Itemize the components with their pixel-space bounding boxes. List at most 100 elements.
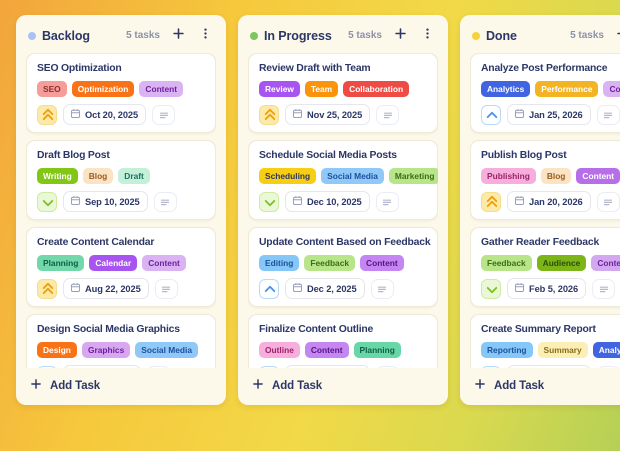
card-meta: Sep 10, 2025: [37, 191, 205, 213]
tag: Blog: [82, 168, 114, 185]
task-card[interactable]: Create Content Calendar Planning Calenda…: [26, 227, 216, 308]
card-meta: Aug 22, 2025: [37, 278, 205, 300]
notes-icon: [375, 191, 399, 212]
tag: Writing: [37, 168, 78, 185]
plus-icon: [616, 27, 620, 45]
due-date-label: Sep 10, 2025: [85, 196, 140, 207]
task-card[interactable]: Analyze Post Performance Analytics Perfo…: [470, 53, 620, 134]
task-card[interactable]: SEO Optimization SEO Optimization Conten…: [26, 53, 216, 134]
plus-icon: [394, 27, 407, 45]
priority-icon: [37, 365, 57, 368]
tag: Review: [259, 81, 300, 98]
tag-list: SEO Optimization Content: [37, 81, 205, 98]
task-card[interactable]: Update Content Based on Feedback Editing…: [248, 227, 438, 308]
tag-list: Outline Content Planning: [259, 342, 427, 359]
add-task-button[interactable]: Add Task: [470, 368, 620, 399]
tag: Collaboration: [343, 81, 410, 98]
tag: Content: [142, 255, 186, 272]
tag: Analysis: [592, 342, 620, 359]
due-date-label: Dec 2, 2025: [307, 283, 357, 294]
priority-icon: [259, 365, 279, 368]
priority-icon: [259, 191, 279, 212]
add-card-button[interactable]: [170, 27, 187, 44]
calendar-icon: [514, 108, 525, 121]
tag: SEO: [37, 81, 67, 98]
tag: Planning: [37, 255, 85, 272]
due-date-label: Jan 25, 2026: [529, 109, 583, 120]
kebab-menu-icon: [421, 27, 434, 45]
column-task-count: 5 tasks: [570, 30, 604, 41]
due-date-chip: Jan 20, 2026: [507, 191, 591, 213]
priority-icon: [37, 278, 57, 299]
tag: Outline: [259, 342, 300, 359]
card-meta: Jan 25, 2026: [481, 104, 620, 126]
tag: Graphics: [81, 342, 131, 359]
add-task-label: Add Task: [272, 379, 323, 392]
tag: Reporting: [481, 342, 533, 359]
task-card[interactable]: Publish Blog Post Publishing Blog Conten…: [470, 140, 620, 221]
priority-icon: [481, 104, 501, 125]
task-title: SEO Optimization: [37, 63, 122, 74]
task-card[interactable]: Schedule Social Media Posts Scheduling S…: [248, 140, 438, 221]
task-card[interactable]: Design Social Media Graphics Design Grap…: [26, 314, 216, 368]
due-date-chip: Aug 22, 2025: [63, 278, 149, 300]
tag-list: Writing Blog Draft: [37, 168, 205, 185]
task-card[interactable]: Gather Reader Feedback Feedback Audience…: [470, 227, 620, 308]
due-date-chip: Feb 5, 2026: [507, 278, 587, 300]
task-card[interactable]: Review Draft with Team Review Team Colla…: [248, 53, 438, 134]
task-title: Finalize Content Outline: [259, 324, 374, 336]
add-card-button[interactable]: [392, 27, 409, 44]
tag: Content: [591, 255, 620, 272]
due-date-label: Nov 25, 2025: [307, 109, 363, 120]
column-header: Done 5 tasks: [470, 23, 620, 53]
card-meta: Oct 20, 2025: [37, 104, 205, 126]
card-meta: Feb 5, 2026: [481, 278, 620, 300]
kanban-board: Backlog 5 tasks SEO Optimization SEO Opt…: [0, 0, 620, 405]
add-card-button[interactable]: [614, 27, 620, 44]
column-menu-button[interactable]: [419, 27, 436, 44]
task-title: Schedule Social Media Posts: [259, 150, 397, 162]
add-task-button[interactable]: Add Task: [248, 368, 438, 399]
tag-list: Planning Calendar Content: [37, 255, 205, 272]
plus-icon: [172, 27, 185, 45]
task-card[interactable]: Draft Blog Post Writing Blog Draft Sep 1…: [26, 140, 216, 221]
tag-list: Analytics Performance Content: [481, 81, 620, 98]
notes-icon: [154, 278, 178, 299]
kebab-menu-icon: [199, 27, 212, 45]
calendar-icon: [292, 195, 303, 208]
card-list: Analyze Post Performance Analytics Perfo…: [470, 53, 620, 368]
column-menu-button[interactable]: [197, 27, 214, 44]
due-date-label: Dec 10, 2025: [307, 196, 362, 207]
plus-icon: [30, 378, 42, 393]
column-task-count: 5 tasks: [126, 30, 160, 41]
calendar-icon: [70, 195, 81, 208]
tag: Content: [576, 168, 620, 185]
task-title: Review Draft with Team: [259, 63, 371, 74]
due-date-chip: Nov 25, 2025: [285, 104, 371, 126]
tag: Design: [37, 342, 77, 359]
tag: Summary: [537, 342, 588, 359]
add-task-button[interactable]: Add Task: [26, 368, 216, 399]
task-title: Gather Reader Feedback: [481, 237, 600, 249]
task-title: Create Content Calendar: [37, 237, 155, 249]
card-meta: Nov 25, 2025: [259, 104, 427, 126]
column-status-dot: [28, 31, 36, 40]
tag: Content: [304, 342, 349, 359]
due-date-chip: Dec 10, 2025: [285, 191, 370, 213]
plus-icon: [474, 378, 486, 393]
notes-icon: [370, 278, 394, 299]
tag: Scheduling: [259, 168, 317, 185]
notes-icon: [152, 104, 176, 125]
notes-icon: [376, 104, 400, 125]
tag-list: Design Graphics Social Media: [37, 342, 205, 359]
task-card[interactable]: Create Summary Report Reporting Summary …: [470, 314, 620, 368]
calendar-icon: [70, 282, 81, 295]
task-card[interactable]: Finalize Content Outline Outline Content…: [248, 314, 438, 368]
tag-list: Reporting Summary Analysis: [481, 342, 620, 359]
due-date-chip: Jan 25, 2026: [507, 104, 591, 126]
add-task-label: Add Task: [50, 379, 101, 392]
priority-icon: [481, 278, 501, 299]
column-status-dot: [250, 31, 258, 40]
tag-list: Feedback Audience Content: [481, 255, 620, 272]
column-status-dot: [472, 31, 480, 40]
